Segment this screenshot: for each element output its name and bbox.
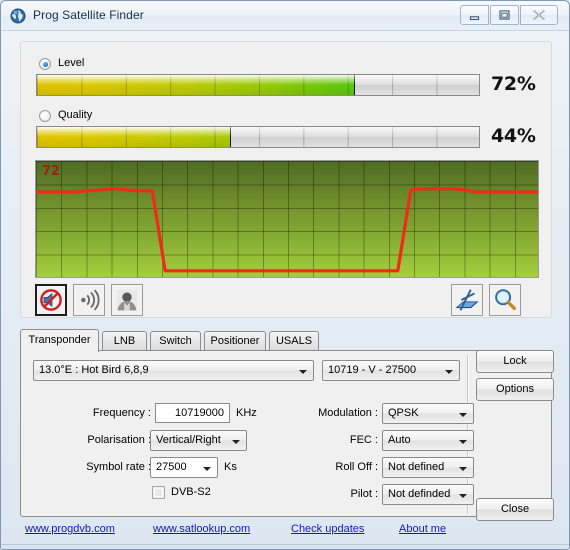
quality-percent: 44%	[491, 125, 536, 147]
modulation-label: Modulation :	[318, 407, 378, 419]
level-bar-ticks	[37, 75, 479, 95]
symbol-rate-value: 27500	[156, 461, 187, 473]
tab-transponder[interactable]: Transponder	[20, 329, 99, 352]
footer: www.progdvb.com www.satlookup.com Check …	[1, 520, 569, 549]
minimize-button[interactable]	[460, 5, 489, 25]
graph-plot	[36, 187, 538, 273]
roll-off-value: Not defined	[388, 461, 445, 473]
app-window: Prog Satellite Finder Level 72% Quality …	[0, 0, 570, 550]
chevron-down-icon	[459, 467, 467, 471]
maximize-button[interactable]	[490, 5, 519, 25]
graph-value-label: 72	[42, 164, 61, 179]
globe-icon	[10, 8, 26, 24]
tab-lnb[interactable]: LNB	[102, 331, 147, 351]
symbol-rate-select[interactable]: 27500	[150, 457, 218, 478]
quality-bar-ticks	[37, 127, 479, 147]
satellite-dish-icon[interactable]	[451, 284, 483, 316]
options-button[interactable]: Options	[476, 378, 554, 401]
symbol-rate-label: Symbol rate :	[86, 461, 151, 473]
chevron-down-icon	[299, 370, 307, 374]
chevron-down-icon	[203, 467, 211, 471]
polarisation-select[interactable]: Vertical/Right	[150, 430, 247, 451]
chevron-down-icon	[459, 413, 467, 417]
sound-waves-icon[interactable]	[73, 284, 105, 316]
signal-panel: Level 72% Quality 44% 72	[20, 41, 552, 318]
transponder-select[interactable]: 10719 - V - 27500	[322, 360, 460, 381]
quality-bar	[36, 126, 480, 148]
roll-off-label: Roll Off :	[335, 461, 378, 473]
chevron-down-icon	[459, 494, 467, 498]
level-bar	[36, 74, 480, 96]
tab-switch[interactable]: Switch	[150, 331, 201, 351]
title-bar: Prog Satellite Finder	[1, 1, 569, 31]
chevron-down-icon	[445, 370, 453, 374]
link-satlookup[interactable]: www.satlookup.com	[153, 523, 250, 535]
pilot-label: Pilot :	[350, 488, 378, 500]
dvbs2-label: DVB-S2	[171, 486, 211, 498]
fec-select[interactable]: Auto	[382, 430, 474, 451]
level-radio[interactable]	[39, 58, 51, 70]
chevron-down-icon	[459, 440, 467, 444]
lock-button[interactable]: Lock	[476, 350, 554, 373]
symbol-rate-unit: Ks	[224, 461, 237, 473]
dvbs2-checkbox[interactable]	[152, 486, 165, 499]
fec-value: Auto	[388, 434, 411, 446]
level-percent: 72%	[491, 73, 536, 95]
tab-strip: Transponder LNB Switch Positioner USALS	[20, 329, 552, 352]
satellite-select[interactable]: 13.0°E : Hot Bird 6,8,9	[33, 360, 314, 381]
transponder-panel: 13.0°E : Hot Bird 6,8,9 10719 - V - 2750…	[20, 350, 552, 517]
modulation-value: QPSK	[388, 407, 419, 419]
user-silhouette-icon[interactable]	[111, 284, 143, 316]
tab-usals[interactable]: USALS	[269, 331, 319, 351]
level-label: Level	[58, 57, 85, 69]
close-button[interactable]	[520, 5, 558, 25]
quality-label: Quality	[58, 109, 93, 121]
bottom-strip	[1, 545, 569, 549]
modulation-select[interactable]: QPSK	[382, 403, 474, 424]
link-about-me[interactable]: About me	[399, 523, 446, 535]
window-title: Prog Satellite Finder	[33, 8, 144, 22]
satellite-value: 13.0°E : Hot Bird 6,8,9	[39, 364, 149, 376]
quality-radio[interactable]	[39, 110, 51, 122]
link-progdvb[interactable]: www.progdvb.com	[25, 523, 115, 535]
signal-history-graph: 72	[35, 160, 539, 278]
polarisation-value: Vertical/Right	[156, 434, 221, 446]
magnifier-icon[interactable]	[489, 284, 521, 316]
link-check-updates[interactable]: Check updates	[291, 523, 364, 535]
roll-off-select[interactable]: Not defined	[382, 457, 474, 478]
frequency-unit: KHz	[236, 407, 257, 419]
close-dialog-button[interactable]: Close	[476, 498, 554, 521]
chevron-down-icon	[232, 440, 240, 444]
tab-positioner[interactable]: Positioner	[204, 331, 266, 351]
pilot-select[interactable]: Not definded	[382, 484, 474, 505]
transponder-value: 10719 - V - 27500	[328, 364, 417, 376]
pilot-value: Not definded	[388, 488, 451, 500]
polarisation-label: Polarisation :	[87, 434, 151, 446]
frequency-input[interactable]: 10719000	[155, 403, 230, 423]
mute-speaker-icon[interactable]	[35, 284, 67, 316]
frequency-value: 10719000	[175, 407, 224, 419]
frequency-label: Frequency :	[92, 407, 151, 419]
fec-label: FEC :	[349, 434, 378, 446]
